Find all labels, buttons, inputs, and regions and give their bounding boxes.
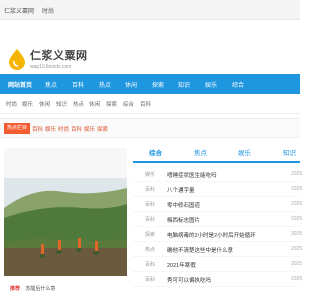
news-category[interactable]: 热点 bbox=[145, 246, 155, 253]
landscape-image bbox=[4, 148, 127, 300]
subnav-item[interactable]: 百科 bbox=[140, 100, 151, 108]
tag-link[interactable]: 娱乐 bbox=[84, 125, 95, 133]
subnav-item[interactable]: 休闲 bbox=[89, 100, 100, 108]
nav-item-home[interactable]: 网站首页 bbox=[8, 80, 32, 89]
news-category[interactable]: 百科 bbox=[145, 186, 155, 193]
news-row[interactable]: 娱乐 嗜睡症状医生能吃吗 2025 bbox=[133, 168, 303, 182]
news-title[interactable]: 电脑病毒的2小时是2小时后开始循环 bbox=[167, 231, 256, 239]
logo-title[interactable]: 仁浆义粟网 bbox=[30, 47, 88, 63]
site-name-link[interactable]: 仁浆义粟网 bbox=[4, 6, 34, 15]
news-title[interactable]: 秀可可以偏执吃吗 bbox=[167, 276, 211, 284]
news-category[interactable]: 百科 bbox=[145, 216, 155, 223]
news-date: 2025 bbox=[291, 201, 303, 207]
news-title[interactable]: 八个通字量 bbox=[167, 186, 195, 194]
news-tabs: 综合 焦点 娱乐 知识 bbox=[133, 143, 300, 163]
news-title[interactable]: 零中修石国道 bbox=[167, 201, 200, 209]
news-date: 2025 bbox=[291, 276, 303, 282]
subnav-item[interactable]: 休闲 bbox=[39, 100, 50, 108]
header: 仁浆义粟网 wap10.lbnzdx.com bbox=[0, 20, 300, 72]
tab-entertainment[interactable]: 娱乐 bbox=[238, 147, 251, 157]
main-nav: 网站首页 焦点 百科 热点 休闲 探索 知识 娱乐 综合 bbox=[0, 74, 300, 94]
subnav-item[interactable]: 娱乐 bbox=[22, 100, 33, 108]
tab-focus[interactable]: 焦点 bbox=[194, 147, 207, 157]
tag-link[interactable]: 百科 bbox=[71, 125, 82, 133]
subnav-item[interactable]: 探索 bbox=[106, 100, 117, 108]
tag-link[interactable]: 时尚 bbox=[58, 125, 69, 133]
feature-photo[interactable] bbox=[4, 148, 127, 300]
nav-item-entertainment[interactable]: 娱乐 bbox=[205, 80, 217, 89]
news-title[interactable]: 确他不清楚这些中是什么意 bbox=[167, 246, 233, 254]
sub-nav: 时尚 娱乐 休闲 知识 热点 休闲 探索 综合 百科 bbox=[0, 94, 300, 114]
news-row[interactable]: 百科 八个通字量 2025 bbox=[133, 183, 303, 197]
news-row[interactable]: 百科 2021年寒假 2025 bbox=[133, 258, 303, 272]
top-bar: 仁浆义粟网 时尚 bbox=[0, 0, 300, 20]
subnav-item[interactable]: 综合 bbox=[123, 100, 134, 108]
nav-item-leisure[interactable]: 休闲 bbox=[125, 80, 137, 89]
news-row[interactable]: 百科 零中修石国道 2025 bbox=[133, 198, 303, 212]
news-category[interactable]: 百科 bbox=[145, 261, 155, 268]
news-date: 2025 bbox=[291, 186, 303, 192]
news-title[interactable]: 嗜睡症状医生能吃吗 bbox=[167, 171, 217, 179]
news-category[interactable]: 百科 bbox=[145, 276, 155, 283]
news-title[interactable]: 梅西标志图片 bbox=[167, 216, 200, 224]
subnav-item[interactable]: 知识 bbox=[56, 100, 67, 108]
news-date: 2025 bbox=[291, 171, 303, 177]
news-row[interactable]: 百科 秀可可以偏执吃吗 2025 bbox=[133, 273, 303, 287]
nav-item-general[interactable]: 综合 bbox=[232, 80, 244, 89]
time-link[interactable]: 时尚 bbox=[42, 6, 54, 15]
news-row[interactable]: 热点 确他不清楚这些中是什么意 2025 bbox=[133, 243, 303, 257]
logo-domain: wap10.lbnzdx.com bbox=[30, 64, 72, 70]
nav-item-encyclopedia[interactable]: 百科 bbox=[72, 80, 84, 89]
subnav-item[interactable]: 时尚 bbox=[6, 100, 17, 108]
news-row[interactable]: 百科 梅西标志图片 2025 bbox=[133, 213, 303, 227]
nav-item-knowledge[interactable]: 知识 bbox=[178, 80, 190, 89]
news-date: 2025 bbox=[291, 261, 303, 267]
news-date: 2025 bbox=[291, 246, 303, 252]
caption-text: 苏醒后什么意 bbox=[25, 286, 56, 292]
hot-tags-badge: 热点栏目 bbox=[4, 123, 31, 134]
news-category[interactable]: 探索 bbox=[145, 231, 155, 238]
nav-item-explore[interactable]: 探索 bbox=[152, 80, 164, 89]
news-category[interactable]: 百科 bbox=[145, 201, 155, 208]
tag-link[interactable]: 娱乐 bbox=[45, 125, 56, 133]
nav-item-hot[interactable]: 热点 bbox=[99, 80, 111, 89]
feature-caption[interactable]: 推荐 苏醒后什么意 bbox=[10, 285, 55, 292]
news-row[interactable]: 探索 电脑病毒的2小时是2小时后开始循环 2025 bbox=[133, 228, 303, 242]
tag-link[interactable]: 探索 bbox=[97, 125, 108, 133]
tab-general[interactable]: 综合 bbox=[149, 147, 162, 157]
tag-link[interactable]: 百科 bbox=[32, 125, 43, 133]
caption-label: 推荐 bbox=[10, 286, 21, 292]
news-title[interactable]: 2021年寒假 bbox=[167, 261, 196, 269]
news-date: 2025 bbox=[291, 216, 303, 222]
tab-knowledge[interactable]: 知识 bbox=[283, 147, 296, 157]
nav-item-focus[interactable]: 焦点 bbox=[45, 80, 57, 89]
droplet-logo-icon[interactable] bbox=[6, 48, 28, 70]
subnav-item[interactable]: 热点 bbox=[73, 100, 84, 108]
hot-tags-bar: 热点栏目 百科 娱乐 时尚 百科 娱乐 探索 bbox=[0, 118, 300, 138]
news-category[interactable]: 娱乐 bbox=[145, 171, 155, 178]
news-date: 2025 bbox=[291, 231, 303, 237]
